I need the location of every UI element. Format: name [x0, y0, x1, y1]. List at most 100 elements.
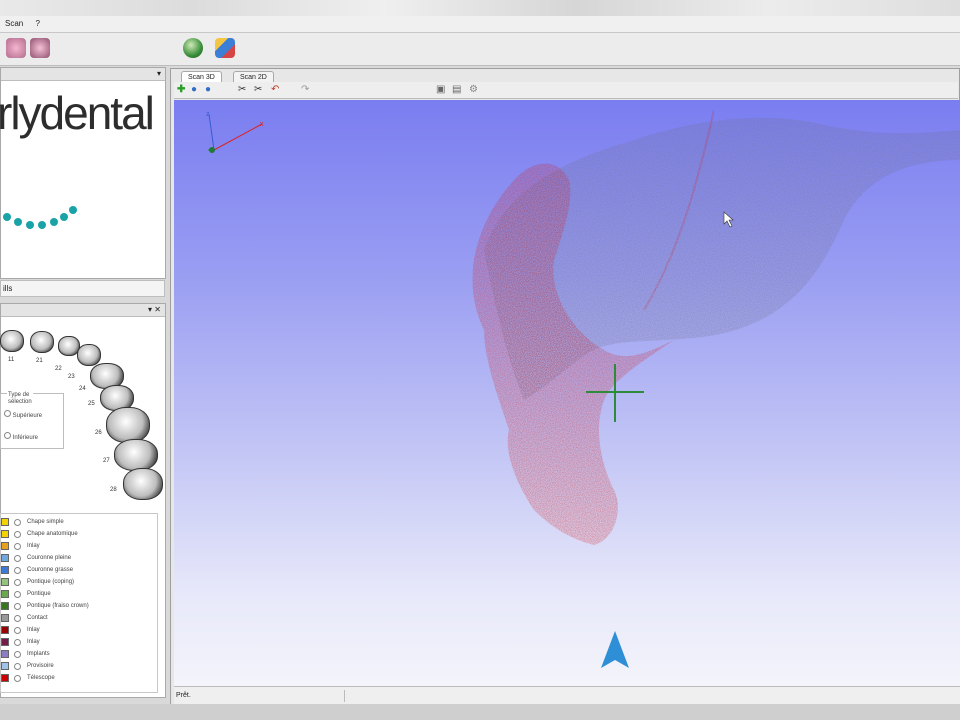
- redo-icon[interactable]: ↷: [301, 85, 309, 95]
- save-icon[interactable]: ▣: [436, 85, 445, 95]
- radio-icon[interactable]: [14, 555, 21, 562]
- restoration-type-item[interactable]: Provisoire: [1, 660, 159, 672]
- tooth-26[interactable]: [106, 407, 150, 443]
- tooth-number: 22: [55, 366, 62, 372]
- restoration-type-item[interactable]: Télescope: [1, 672, 159, 684]
- restoration-type-label: Pontique: [27, 591, 51, 597]
- restoration-type-label: Contact: [27, 615, 48, 621]
- radio-icon[interactable]: [4, 410, 11, 417]
- tooth-number: 26: [95, 430, 102, 436]
- color-swatch: [1, 542, 9, 550]
- color-swatch: [1, 638, 9, 646]
- restoration-type-list: Chape simple Chape anatomique Inlay Couronn…: [0, 513, 158, 693]
- tooth-28[interactable]: [123, 468, 163, 500]
- color-swatch: [1, 578, 9, 586]
- zoom-out-icon[interactable]: ●: [205, 85, 211, 95]
- menu-scan[interactable]: Scan: [0, 19, 28, 28]
- background-window-strip: [0, 0, 960, 16]
- teeth-icon[interactable]: [30, 38, 50, 58]
- radio-icon[interactable]: [14, 543, 21, 550]
- tooth-23[interactable]: [77, 344, 101, 366]
- view-toolbar: ✚ ● ● ✂ ✂ ↶ ↷ ▣ ▤ ⚙: [174, 82, 958, 99]
- restoration-type-item[interactable]: Inlay: [1, 540, 159, 552]
- radio-icon[interactable]: [14, 615, 21, 622]
- color-swatch: [1, 674, 9, 682]
- jaw-icon[interactable]: [6, 38, 26, 58]
- radio-icon[interactable]: [14, 627, 21, 634]
- tooth-number: 25: [88, 401, 95, 407]
- radio-icon[interactable]: [14, 675, 21, 682]
- tooth-number: 21: [36, 358, 43, 364]
- restoration-type-item[interactable]: Chape simple: [1, 516, 159, 528]
- radio-icon[interactable]: [4, 432, 11, 439]
- scene-svg[interactable]: x z: [174, 100, 960, 686]
- cut-icon[interactable]: ✂: [238, 85, 246, 95]
- radio-icon[interactable]: [14, 579, 21, 586]
- bottom-strip: [0, 704, 960, 720]
- zoom-in-icon[interactable]: ●: [191, 85, 197, 95]
- color-swatch: [1, 566, 9, 574]
- radio-superieure[interactable]: Supérieure: [4, 410, 42, 419]
- tooth-21[interactable]: [30, 331, 54, 353]
- orientation-arrow-icon[interactable]: [601, 631, 629, 668]
- radio-icon[interactable]: [14, 639, 21, 646]
- logo-dot: [3, 213, 11, 221]
- radio-superieure-label: Supérieure: [12, 413, 43, 419]
- radio-icon[interactable]: [14, 531, 21, 538]
- 3d-viewport[interactable]: x z: [174, 100, 960, 686]
- color-swatch: [1, 602, 9, 610]
- restoration-type-item[interactable]: Inlay: [1, 624, 159, 636]
- radio-inferieure[interactable]: Inférieure: [4, 432, 38, 441]
- panel-header: ▾ ✕: [1, 304, 165, 317]
- color-swatch: [1, 590, 9, 598]
- restoration-type-item[interactable]: Couronne grasse: [1, 564, 159, 576]
- print-icon[interactable]: ▤: [452, 85, 461, 95]
- status-text: Prêt.: [176, 692, 191, 699]
- color-swatch: [1, 530, 9, 538]
- color-swatch: [1, 554, 9, 562]
- restoration-type-item[interactable]: Chape anatomique: [1, 528, 159, 540]
- status-divider: [344, 690, 345, 702]
- cube-icon[interactable]: [215, 38, 235, 58]
- color-swatch: [1, 650, 9, 658]
- arch-type-title-line2: sélection: [8, 399, 32, 405]
- restoration-type-item[interactable]: Pontique (coping): [1, 576, 159, 588]
- tooth-11[interactable]: [0, 330, 24, 352]
- radio-icon[interactable]: [14, 567, 21, 574]
- globe-icon[interactable]: [183, 38, 203, 58]
- tooth-number: 28: [110, 487, 117, 493]
- menu-help[interactable]: ?: [30, 19, 44, 28]
- section-label: ills: [0, 280, 165, 297]
- restoration-type-item[interactable]: Implants: [1, 648, 159, 660]
- logo-dot: [26, 221, 34, 229]
- restoration-type-item[interactable]: Pontique: [1, 588, 159, 600]
- tooth-number: 11: [8, 357, 15, 363]
- settings-icon[interactable]: ⚙: [469, 85, 478, 95]
- tooth-27[interactable]: [114, 439, 158, 471]
- radio-icon[interactable]: [14, 603, 21, 610]
- main-toolbar: [0, 33, 960, 66]
- logo-text: rlydental: [0, 87, 155, 139]
- logo-panel: ▾ rlydental: [0, 67, 166, 279]
- panel-pin-icon[interactable]: ▾: [157, 68, 161, 80]
- logo-dot: [38, 221, 46, 229]
- color-swatch: [1, 614, 9, 622]
- restoration-type-item[interactable]: Inlay: [1, 636, 159, 648]
- logo-dot: [50, 218, 58, 226]
- restoration-type-item[interactable]: Contact: [1, 612, 159, 624]
- panel-close-icon[interactable]: ▾ ✕: [148, 304, 161, 316]
- restoration-type-label: Pontique (coping): [27, 579, 75, 585]
- menu-bar: Scan ?: [0, 16, 960, 33]
- radio-icon[interactable]: [14, 591, 21, 598]
- undo-icon[interactable]: ↶: [271, 85, 279, 95]
- radio-icon[interactable]: [14, 651, 21, 658]
- logo-dot: [14, 218, 22, 226]
- radio-icon[interactable]: [14, 663, 21, 670]
- add-icon[interactable]: ✚: [177, 85, 185, 95]
- restoration-type-item[interactable]: Couronne pleine: [1, 552, 159, 564]
- logo-dot: [69, 206, 77, 214]
- cut-icon[interactable]: ✂: [254, 85, 262, 95]
- radio-icon[interactable]: [14, 519, 21, 526]
- restoration-type-label: Couronne grasse: [27, 567, 74, 573]
- restoration-type-item[interactable]: Pontique (fraiso crown): [1, 600, 159, 612]
